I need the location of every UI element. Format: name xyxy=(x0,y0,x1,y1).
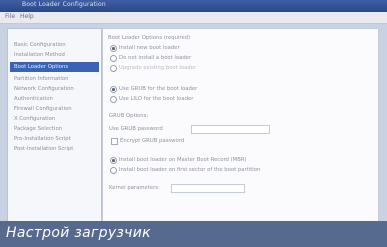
sidebar-item-package-selection[interactable]: Package Selection xyxy=(14,124,62,134)
use-lilo-radio[interactable] xyxy=(110,96,117,103)
window-title: Boot Loader Configuration xyxy=(22,1,106,8)
sidebar-item-x-configuration[interactable]: X Configuration xyxy=(14,114,55,124)
install-new-label: Install new boot loader xyxy=(119,45,180,51)
menu-file[interactable]: File xyxy=(5,13,15,20)
use-lilo-label: Use LILO for the boot loader xyxy=(119,96,194,102)
encrypt-grub-password-label: Encrypt GRUB password xyxy=(120,138,185,144)
no-install-radio[interactable] xyxy=(110,55,117,62)
install-mbr-radio[interactable] xyxy=(110,157,117,164)
encrypt-grub-password-checkbox[interactable] xyxy=(111,138,118,145)
kernel-parameters-input[interactable] xyxy=(171,184,245,193)
upgrade-label: Upgrade existing boot loader xyxy=(119,65,197,71)
installer-window: Boot Loader Configuration File Help Basi… xyxy=(0,0,387,247)
sidebar-item-post-installation-script[interactable]: Post-Installation Script xyxy=(14,144,73,154)
menu-help[interactable]: Help xyxy=(20,13,34,20)
grub-password-label: Use GRUB password xyxy=(109,126,163,132)
menu-bar: File Help xyxy=(0,12,387,24)
grub-password-input[interactable] xyxy=(191,125,270,134)
title-bar: Boot Loader Configuration xyxy=(0,0,387,12)
use-grub-label: Use GRUB for the boot loader xyxy=(119,86,198,92)
install-new-radio[interactable] xyxy=(110,45,117,52)
use-grub-radio[interactable] xyxy=(110,86,117,93)
no-install-label: Do not install a boot loader xyxy=(119,55,192,61)
sidebar-item-pre-installation-script[interactable]: Pre-Installation Script xyxy=(14,134,71,144)
upgrade-radio[interactable] xyxy=(110,65,117,72)
sidebar-item-firewall-configuration[interactable]: Firewall Configuration xyxy=(14,104,72,114)
section-header: Boot Loader Options (required) xyxy=(108,35,191,41)
sidebar-item-installation-method[interactable]: Installation Method xyxy=(14,50,65,60)
boot-loader-panel: Boot Loader Options (required) Install n… xyxy=(102,28,379,222)
install-first-sector-radio[interactable] xyxy=(110,167,117,174)
install-mbr-label: Install boot loader on Master Boot Recor… xyxy=(119,157,247,163)
sidebar-item-basic-configuration[interactable]: Basic Configuration xyxy=(14,40,66,50)
install-first-sector-label: Install boot loader on first sector of t… xyxy=(119,167,261,173)
sidebar-item-boot-loader-options[interactable]: Boot Loader Options xyxy=(10,62,99,72)
caption-text: Настрой загрузчик xyxy=(6,225,151,241)
sidebar-item-authentication[interactable]: Authentication xyxy=(14,94,53,104)
grub-options-label: GRUB Options: xyxy=(109,113,149,119)
sidebar-item-network-configuration[interactable]: Network Configuration xyxy=(14,84,74,94)
sidebar-item-partition-information[interactable]: Partition Information xyxy=(14,74,68,84)
sidebar: Basic Configuration Installation Method … xyxy=(7,28,102,222)
kernel-parameters-label: Kernel parameters: xyxy=(109,185,160,191)
